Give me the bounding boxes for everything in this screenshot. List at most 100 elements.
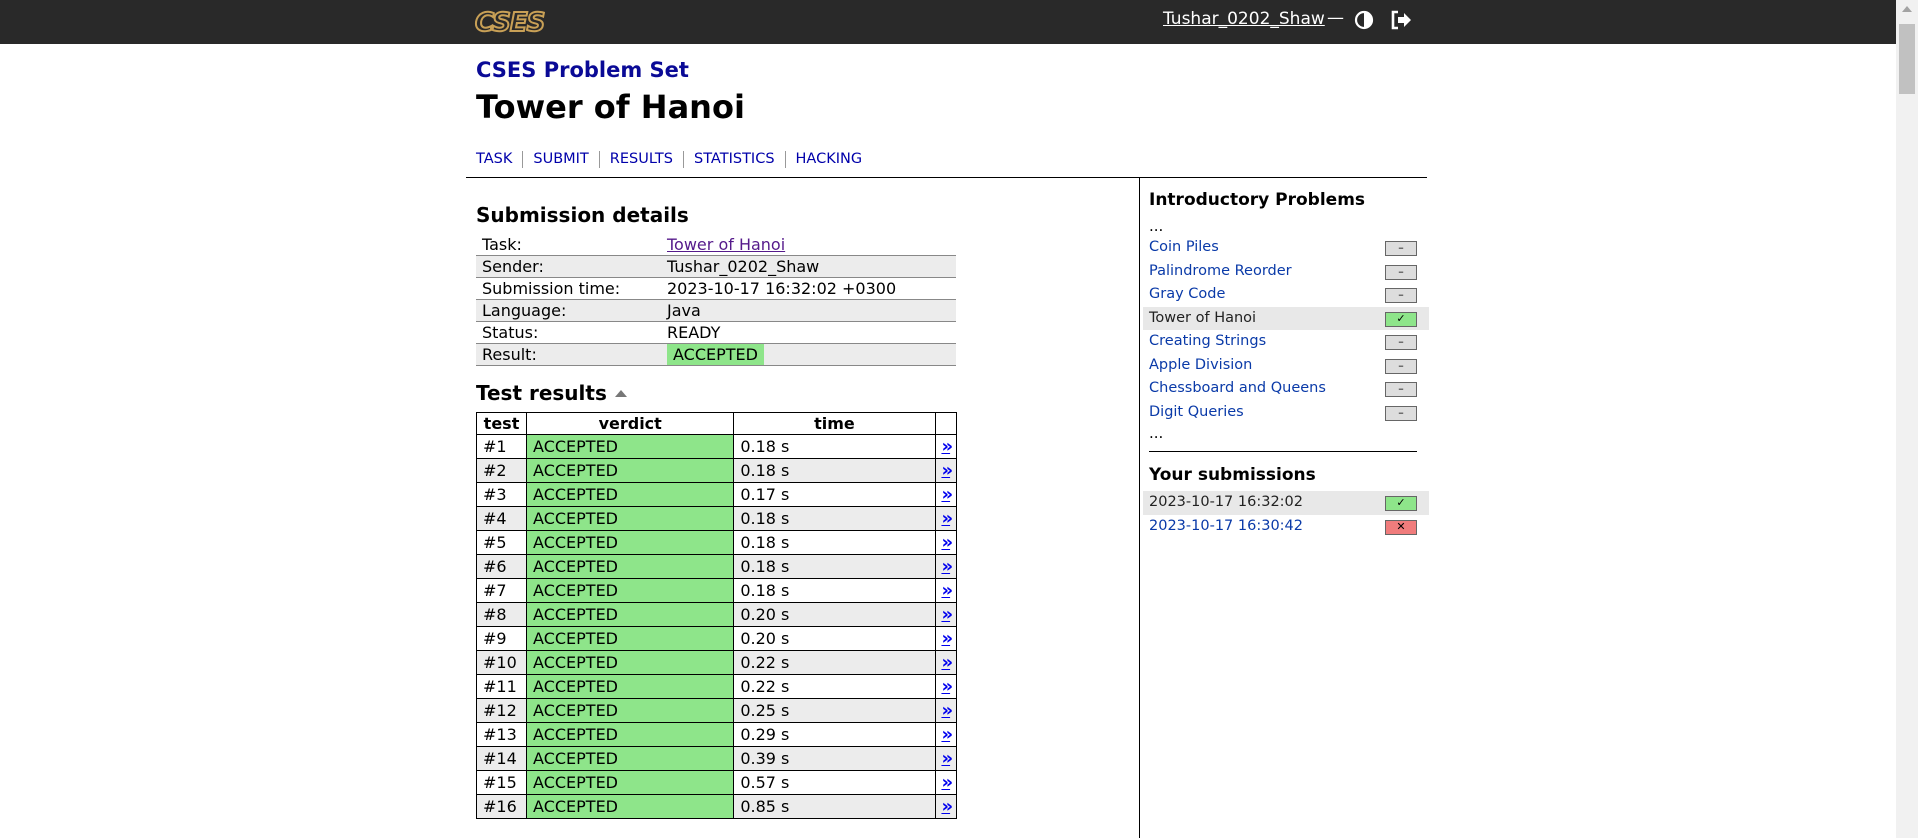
test-details-link[interactable]: » [941,628,953,649]
tab-results[interactable]: RESULTS [598,151,683,168]
test-details-link[interactable]: » [941,724,953,745]
test-number: #16 [475,794,528,819]
detail-label: Result: [476,343,661,366]
test-details-link[interactable]: » [941,748,953,769]
test-details-link[interactable]: » [941,508,953,529]
test-number: #2 [475,458,528,483]
test-details-link[interactable]: » [941,652,953,673]
submission-details-table: Task: Tower of Hanoi Sender: Tushar_0202… [476,234,956,366]
table-row: #16 ACCEPTED 0.85 s» [475,794,958,819]
scroll-up-arrow-icon[interactable] [1902,6,1912,12]
problem-link[interactable]: Gray Code [1149,286,1225,302]
time-cell: 0.18 s [733,506,936,531]
status-badge: – [1385,288,1417,303]
verdict-cell: ACCEPTED [526,794,735,819]
submission-link[interactable]: 2023-10-17 16:30:42 [1149,518,1303,534]
problem-set-title[interactable]: CSES Problem Set [476,58,689,82]
submissions-list: 2023-10-17 16:32:02 ✓ 2023-10-17 16:30:42 ✕ [1143,491,1429,539]
submission-item[interactable]: 2023-10-17 16:30:42 ✕ [1149,515,1417,539]
table-row: #2 ACCEPTED 0.18 s» [475,458,958,483]
test-details-link[interactable]: » [941,532,953,553]
test-results-heading[interactable]: Test results [476,381,627,405]
test-details-link[interactable]: » [941,436,953,457]
test-details-link[interactable]: » [941,460,953,481]
verdict-cell: ACCEPTED [526,626,735,651]
submission-details-heading: Submission details [476,203,689,227]
time-cell: 0.20 s [733,626,936,651]
tab-hacking[interactable]: HACKING [784,151,873,168]
tab-statistics[interactable]: STATISTICS [683,151,785,168]
table-row: #3 ACCEPTED 0.17 s» [475,482,958,507]
test-number: #7 [475,578,528,603]
user-link[interactable]: Tushar_0202_Shaw [1163,9,1325,29]
detail-label: Task: [476,234,661,256]
time-cell: 0.18 s [733,578,936,603]
detail-row-result: Result: ACCEPTED [476,343,956,366]
verdict-cell: ACCEPTED [526,506,735,531]
test-number: #11 [475,674,528,699]
scrollbar-thumb[interactable] [1899,24,1915,94]
test-details-link[interactable]: » [941,796,953,817]
sidebar-problem-item[interactable]: Creating Strings – [1149,330,1417,354]
status-badge: – [1385,335,1417,350]
tab-task[interactable]: TASK [476,151,522,168]
time-cell: 0.22 s [733,650,936,675]
test-details-link[interactable]: » [941,556,953,577]
test-details-link[interactable]: » [941,676,953,697]
table-row: #14 ACCEPTED 0.39 s» [475,746,958,771]
detail-row-time: Submission time: 2023-10-17 16:32:02 +03… [476,277,956,300]
column-header-link [934,412,958,435]
test-details-link[interactable]: » [941,484,953,505]
test-number: #5 [475,530,528,555]
tab-submit[interactable]: SUBMIT [522,151,598,168]
time-cell: 0.85 s [733,794,936,819]
status-badge: – [1385,241,1417,256]
header-separator: — [1327,8,1344,28]
test-number: #13 [475,722,528,747]
collapse-arrow-icon[interactable] [614,390,627,397]
sidebar-problem-item[interactable]: Chessboard and Queens – [1149,377,1417,401]
logout-icon[interactable] [1390,10,1412,30]
verdict-cell: ACCEPTED [526,530,735,555]
problem-link[interactable]: Chessboard and Queens [1149,380,1326,396]
detail-row-language: Language: Java [476,299,956,322]
status-badge: ✕ [1385,519,1417,535]
test-number: #1 [475,434,528,459]
problem-link[interactable]: Apple Division [1149,357,1252,373]
problem-link[interactable]: Coin Piles [1149,239,1219,255]
time-cell: 0.20 s [733,602,936,627]
cses-logo[interactable]: CSES [474,7,546,39]
test-number: #3 [475,482,528,507]
sidebar-problem-item[interactable]: Gray Code – [1149,283,1417,307]
problem-link[interactable]: Digit Queries [1149,404,1244,420]
test-details-link[interactable]: » [941,604,953,625]
sidebar-problem-item[interactable]: Palindrome Reorder – [1149,260,1417,284]
verdict-cell: ACCEPTED [526,746,735,771]
sidebar-problem-item[interactable]: Apple Division – [1149,354,1417,378]
ellipsis-top: ... [1149,217,1164,235]
time-cell: 0.18 s [733,434,936,459]
sidebar-problem-item[interactable]: Coin Piles – [1149,236,1417,260]
test-number: #12 [475,698,528,723]
table-row: #5 ACCEPTED 0.18 s» [475,530,958,555]
contrast-icon[interactable] [1354,10,1374,30]
section-heading: Introductory Problems [1149,190,1366,210]
task-link[interactable]: Tower of Hanoi [667,235,785,254]
verdict-cell: ACCEPTED [526,698,735,723]
table-row: #7 ACCEPTED 0.18 s» [475,578,958,603]
test-details-link[interactable]: » [941,580,953,601]
test-details-link[interactable]: » [941,772,953,793]
test-details-link[interactable]: » [941,700,953,721]
page-scrollbar[interactable] [1896,0,1918,838]
verdict-cell: ACCEPTED [526,434,735,459]
time-cell: 0.18 s [733,458,936,483]
submission-time: 2023-10-17 16:32:02 [1149,494,1303,510]
problem-link[interactable]: Palindrome Reorder [1149,263,1292,279]
time-cell: 0.17 s [733,482,936,507]
detail-label: Sender: [476,255,661,278]
sidebar-problem-item[interactable]: Digit Queries – [1149,401,1417,425]
detail-value: 2023-10-17 16:32:02 +0300 [661,277,956,300]
test-number: #10 [475,650,528,675]
detail-label: Status: [476,321,661,344]
problem-link[interactable]: Creating Strings [1149,333,1266,349]
